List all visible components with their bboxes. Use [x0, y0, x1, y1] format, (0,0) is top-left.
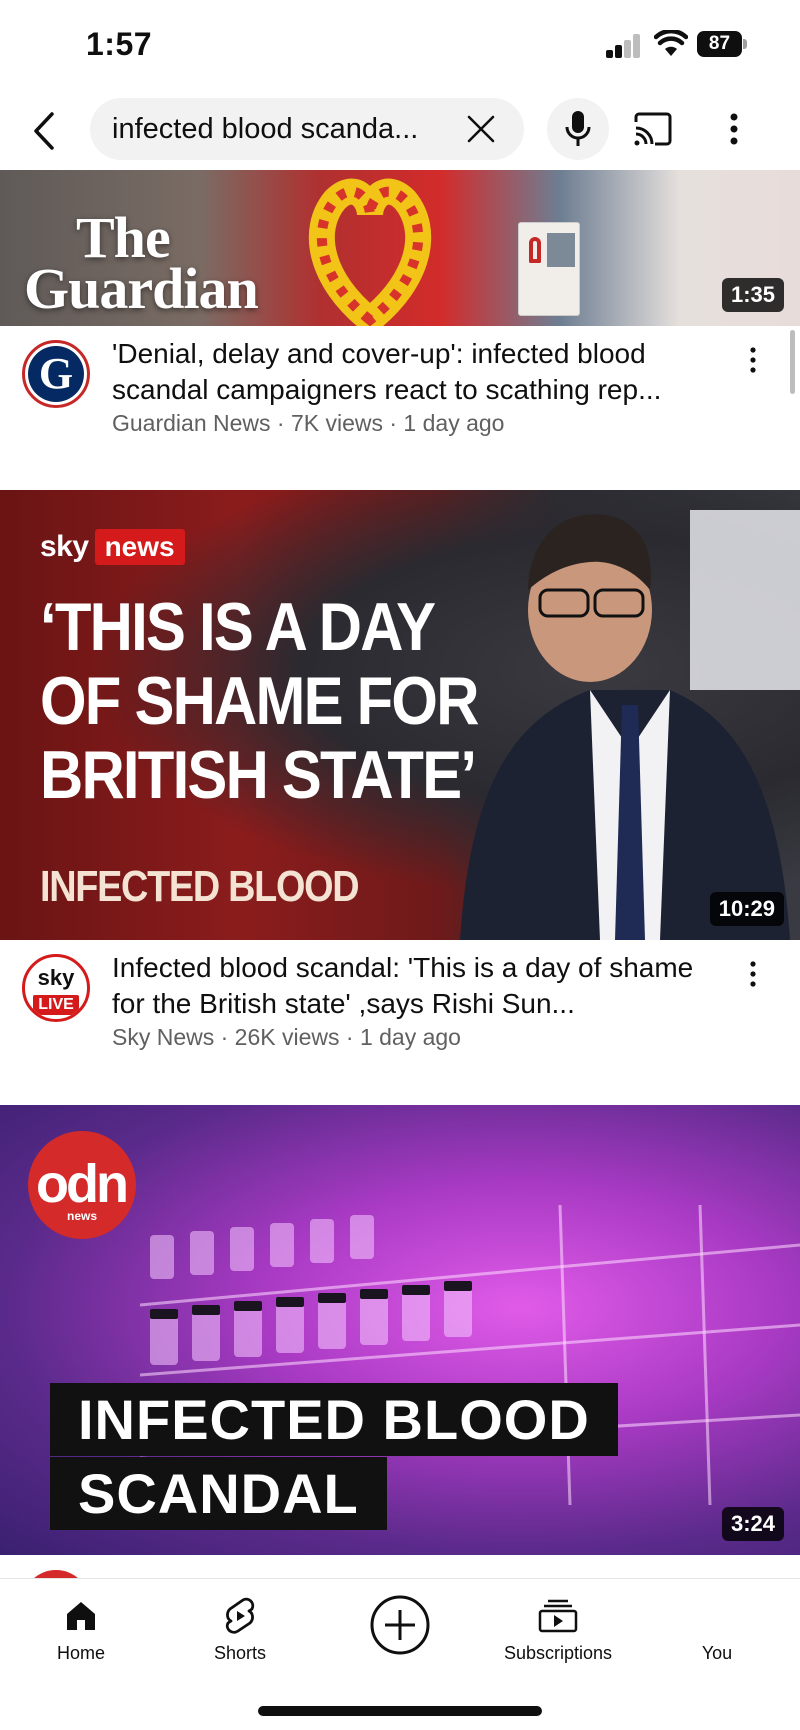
thumbnail-headline: SCANDAL: [50, 1457, 387, 1530]
voice-search-button[interactable]: [547, 98, 609, 160]
cast-button[interactable]: [628, 106, 678, 152]
nav-label: You: [701, 1643, 733, 1663]
battery-icon: 87: [697, 31, 747, 57]
nav-label: Home: [56, 1643, 105, 1663]
nav-label: Shorts: [213, 1643, 267, 1663]
nav-item-home[interactable]: Home: [16, 1593, 146, 1679]
search-header: infected blood scanda...: [0, 92, 800, 170]
next-video-peek[interactable]: [0, 1556, 800, 1578]
video-duration: 3:24: [721, 1507, 784, 1541]
close-icon: [467, 115, 495, 143]
more-vertical-icon: [750, 961, 756, 987]
thumbnail-subheadline: INFECTED BLOOD: [40, 862, 360, 911]
status-time: 1:57: [86, 26, 153, 62]
clear-search-button[interactable]: [462, 110, 500, 148]
video-title[interactable]: 'Denial, delay and cover-up': infected b…: [112, 336, 712, 408]
video-thumbnail[interactable]: odn news INFECTED BLOOD SCANDAL 3:24: [0, 1105, 800, 1555]
shorts-icon: [225, 1597, 255, 1634]
gdn-news-logo: odn news: [28, 1131, 136, 1239]
nav-item-shorts[interactable]: Shorts: [175, 1593, 305, 1679]
wifi-icon: [653, 28, 689, 58]
live-badge: LIVE: [33, 995, 79, 1015]
video-menu-button[interactable]: [738, 954, 768, 994]
video-title[interactable]: Infected blood scandal: 'This is a day o…: [112, 950, 712, 1022]
subscriptions-icon: [538, 1599, 578, 1633]
video-info[interactable]: sky LIVE Infected blood scandal: 'This i…: [0, 940, 800, 1060]
nav-item-you[interactable]: You: [652, 1593, 782, 1679]
scroll-indicator[interactable]: [790, 330, 795, 394]
chevron-left-icon: [34, 112, 54, 150]
back-button[interactable]: [24, 104, 64, 158]
video-thumbnail[interactable]: sky news ‘THIS IS A DAY OF SHAME FOR BRI…: [0, 490, 800, 940]
cellular-signal-icon: [606, 34, 642, 58]
more-options-button[interactable]: [716, 106, 752, 152]
channel-avatar[interactable]: sky LIVE: [22, 954, 90, 1022]
video-thumbnail[interactable]: The Guardian 1:35: [0, 170, 800, 326]
channel-avatar[interactable]: [22, 1570, 90, 1578]
video-meta: Guardian News · 7K views · 1 day ago: [112, 410, 505, 436]
lanyard-badge: [518, 222, 580, 316]
nav-item-subscriptions[interactable]: Subscriptions: [493, 1593, 623, 1679]
thumbnail-headline: INFECTED BLOOD: [50, 1383, 618, 1456]
search-query[interactable]: infected blood scanda...: [112, 113, 442, 146]
sky-news-logo: sky news: [40, 528, 185, 566]
video-info[interactable]: G 'Denial, delay and cover-up': infected…: [0, 326, 800, 446]
nav-label: Subscriptions: [503, 1643, 613, 1663]
status-bar: 1:57 87: [0, 0, 800, 92]
thumbnail-headline: ‘THIS IS A DAY OF SHAME FOR BRITISH STAT…: [40, 589, 479, 813]
video-duration: 1:35: [721, 278, 784, 312]
microphone-icon: [565, 111, 591, 146]
search-input[interactable]: infected blood scanda...: [90, 98, 524, 160]
more-vertical-icon: [730, 113, 738, 145]
create-button[interactable]: [335, 1593, 465, 1679]
add-circle-icon: [370, 1595, 430, 1655]
battery-level: 87: [697, 31, 742, 57]
cast-icon: [634, 112, 672, 146]
video-menu-button[interactable]: [738, 340, 768, 380]
video-duration: 10:29: [709, 892, 784, 926]
guardian-logo: The Guardian: [24, 205, 259, 322]
video-meta: Sky News · 26K views · 1 day ago: [112, 1024, 461, 1050]
channel-avatar[interactable]: G: [22, 340, 90, 408]
avatar: [652, 1593, 782, 1639]
home-indicator: [258, 1706, 542, 1716]
wreath-image: [308, 178, 432, 326]
more-vertical-icon: [750, 347, 756, 373]
home-icon: [67, 1602, 95, 1630]
bottom-navigation: Home Shorts Subscriptions You: [0, 1578, 800, 1688]
